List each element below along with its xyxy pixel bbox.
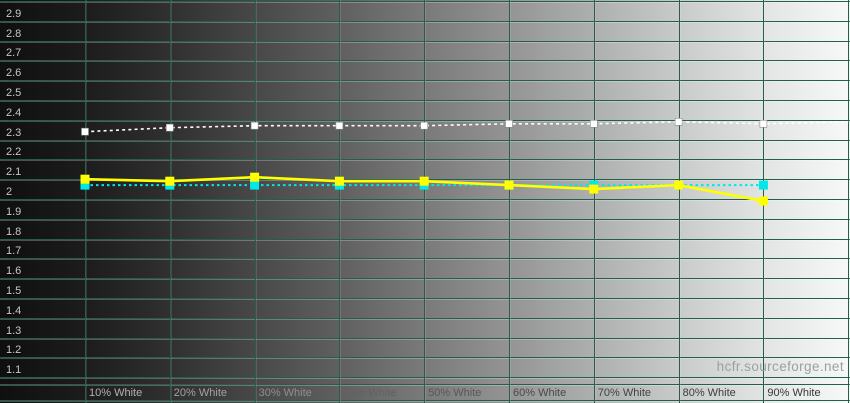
gamma-run-white-marker: [421, 122, 428, 129]
x-tick-label: 20% White: [174, 387, 227, 399]
gamma-measured-yellow-marker: [505, 181, 514, 190]
gamma-measured-yellow-marker: [81, 175, 90, 184]
gamma-measured-yellow-marker: [165, 177, 174, 186]
gamma-measured-yellow-marker: [759, 197, 768, 206]
gamma-reference-cyan-marker: [759, 181, 768, 190]
x-tick-label: 80% White: [683, 387, 736, 399]
gamma-run-white-marker: [590, 120, 597, 127]
gamma-run-white-marker: [506, 120, 513, 127]
gamma-run-white-line: [85, 122, 848, 132]
plot-series-layer: [0, 0, 850, 403]
watermark: hcfr.sourceforge.net: [717, 359, 844, 374]
gamma-run-white-marker: [336, 122, 343, 129]
gamma-run-white-marker: [675, 118, 682, 125]
gamma-measured-yellow-marker: [589, 185, 598, 194]
x-tick-label: 10% White: [89, 387, 142, 399]
x-tick-label: 40% White: [343, 387, 396, 399]
gamma-tracking-chart: 2.92.82.72.62.52.42.32.22.121.91.81.71.6…: [0, 0, 850, 403]
x-tick-label: 60% White: [513, 387, 566, 399]
gamma-measured-yellow-marker: [420, 177, 429, 186]
gamma-run-white-marker: [760, 120, 767, 127]
x-tick-label: 50% White: [428, 387, 481, 399]
gamma-measured-yellow-marker: [335, 177, 344, 186]
x-tick-label: 70% White: [598, 387, 651, 399]
x-tick-label: 90% White: [767, 387, 820, 399]
gamma-reference-cyan-marker: [250, 181, 259, 190]
gamma-run-white-marker: [82, 128, 89, 135]
x-tick-label: 30% White: [259, 387, 312, 399]
gamma-run-white-marker: [251, 122, 258, 129]
gamma-measured-yellow-marker: [674, 181, 683, 190]
gamma-measured-yellow-marker: [250, 173, 259, 182]
gamma-run-white-marker: [166, 124, 173, 131]
